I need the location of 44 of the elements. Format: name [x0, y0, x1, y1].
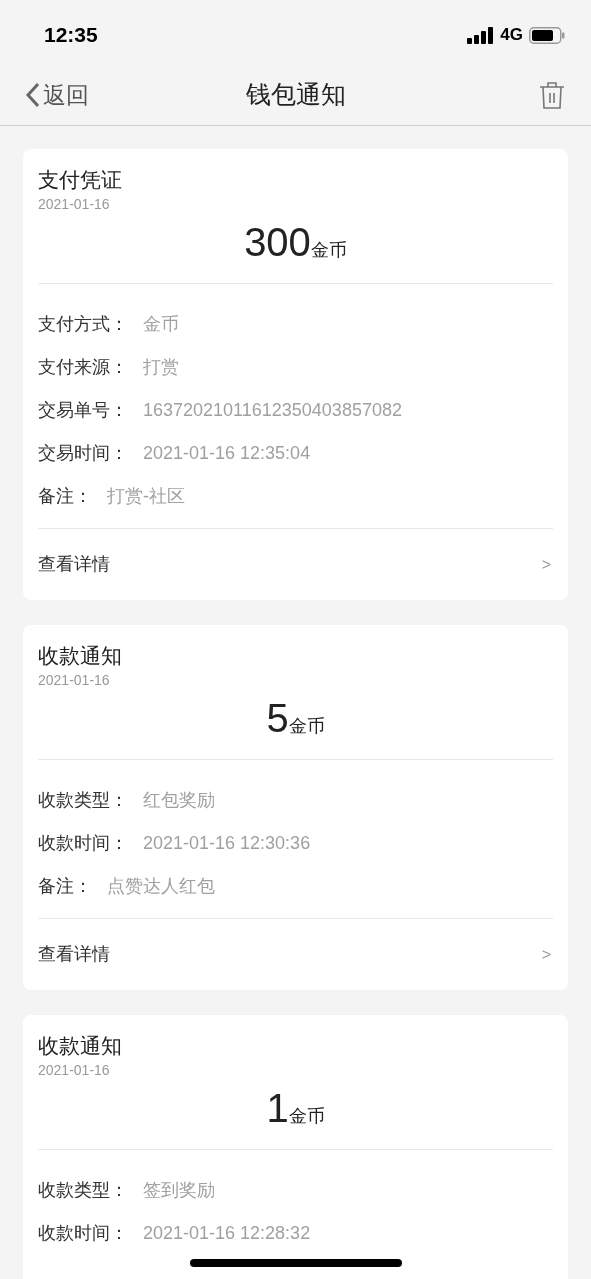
amount-value: 300 — [244, 219, 311, 266]
field-label: 交易时间： — [38, 442, 128, 465]
card-date: 2021-01-16 — [38, 195, 111, 214]
details-link[interactable]: 查看详情 — [38, 941, 110, 968]
field-label: 收款类型： — [38, 789, 128, 812]
field-label: 收款时间： — [38, 1222, 128, 1245]
field-label: 备注： — [38, 875, 92, 898]
amount-value: 5 — [266, 695, 289, 742]
signal-icon — [467, 26, 495, 44]
field-value: 2021-01-16 12:30:36 — [143, 832, 311, 855]
field-value: 金币 — [143, 313, 179, 336]
amount-value: 1 — [266, 1085, 289, 1132]
field-value: 2021-01-16 12:28:32 — [143, 1222, 311, 1245]
chevron-arrow: > — [541, 554, 552, 575]
status-time: 12:35 — [44, 22, 98, 49]
amount-unit: 金币 — [310, 240, 347, 262]
field-value: 16372021011612350403857082 — [143, 399, 402, 422]
field-value: 打赏-社区 — [107, 485, 185, 508]
field-label: 备注： — [38, 485, 92, 508]
page-title: 钱包通知 — [245, 79, 346, 111]
card-title: 收款通知 — [38, 1033, 123, 1059]
card-title: 收款通知 — [38, 643, 123, 669]
network-label: 4G — [500, 24, 523, 47]
trash-icon[interactable] — [539, 81, 565, 109]
details-link[interactable]: 查看详情 — [38, 551, 110, 578]
card-date: 2021-01-16 — [38, 1061, 111, 1080]
field-value: 打赏 — [143, 356, 179, 379]
field-value: 红包奖励 — [143, 789, 215, 812]
card-title: 支付凭证 — [38, 167, 123, 193]
amount-unit: 金币 — [288, 1106, 325, 1128]
chevron-arrow: > — [541, 944, 552, 965]
field-label: 交易单号： — [38, 399, 128, 422]
amount-unit: 金币 — [288, 716, 325, 738]
back-chevron-icon — [26, 82, 40, 108]
field-label: 支付来源： — [38, 356, 128, 379]
back-button[interactable]: 返回 — [26, 77, 89, 113]
field-label: 收款类型： — [38, 1179, 128, 1202]
card-date: 2021-01-16 — [38, 671, 111, 690]
field-label: 收款时间： — [38, 832, 128, 855]
field-value: 签到奖励 — [143, 1179, 215, 1202]
field-label: 支付方式： — [38, 313, 128, 336]
field-value: 2021-01-16 12:35:04 — [143, 442, 311, 465]
battery-icon — [529, 26, 565, 44]
field-value: 点赞达人红包 — [107, 875, 215, 898]
